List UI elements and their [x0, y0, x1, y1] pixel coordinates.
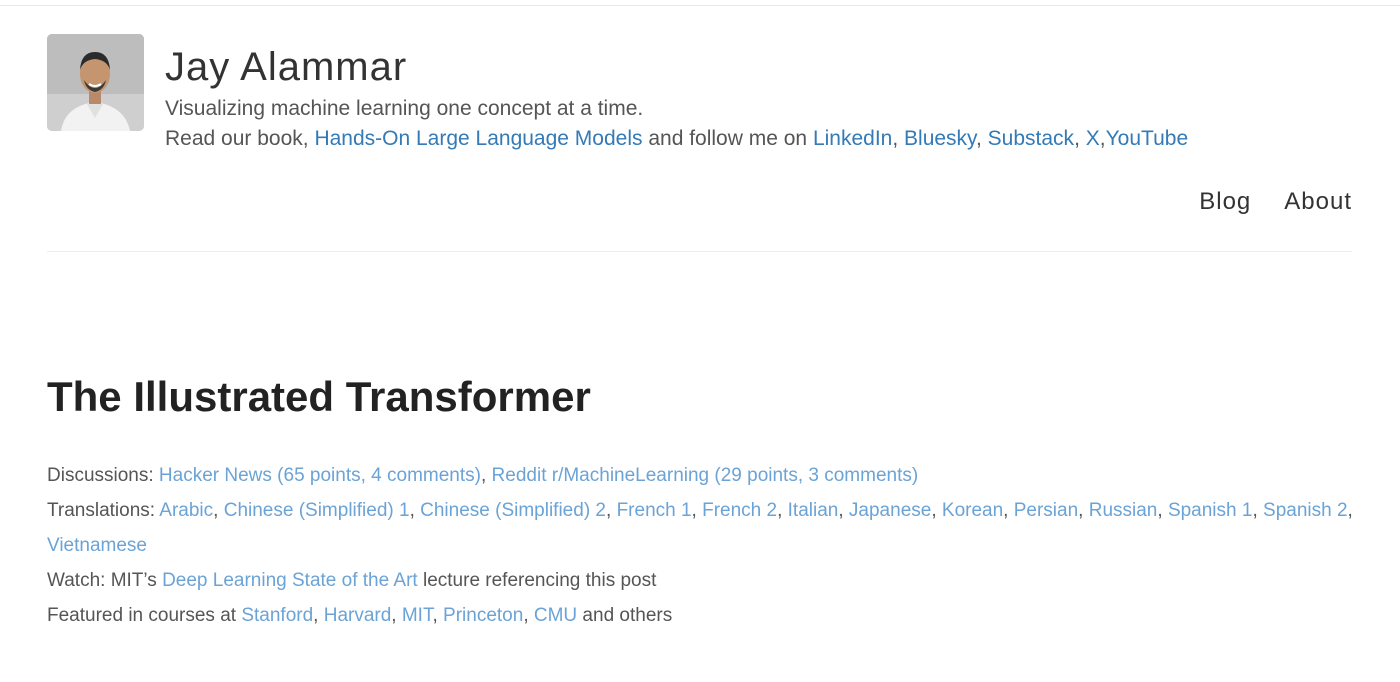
watch-prefix: Watch: MIT’s — [47, 570, 163, 591]
avatar-photo-icon — [47, 34, 144, 131]
featured-line: Featured in courses at Stanford, Harvard… — [47, 605, 673, 626]
featured-suffix: and others — [577, 605, 673, 626]
watch-suffix: lecture referencing this post — [417, 570, 657, 591]
site-tagline: Visualizing machine learning one concept… — [165, 97, 644, 120]
follow-middle: and follow me on — [642, 127, 813, 150]
site-header: Jay Alammar Visualizing machine learning… — [47, 34, 1352, 252]
course-link-cmu[interactable]: CMU — [534, 605, 577, 626]
discussions-line: Discussions: Hacker News (65 points, 4 c… — [47, 465, 919, 486]
translation-link[interactable]: Spanish 1 — [1168, 500, 1253, 521]
site-title[interactable]: Jay Alammar — [165, 44, 407, 90]
translation-link[interactable]: Spanish 2 — [1263, 500, 1348, 521]
youtube-link[interactable]: YouTube — [1106, 127, 1189, 150]
translation-link[interactable]: Persian — [1014, 500, 1078, 521]
bluesky-link[interactable]: Bluesky — [904, 127, 976, 150]
post-title: The Illustrated Transformer — [47, 373, 591, 420]
lecture-link[interactable]: Deep Learning State of the Art — [162, 570, 418, 591]
translations-label: Translations: — [47, 500, 160, 521]
author-avatar[interactable] — [47, 34, 144, 131]
translation-link[interactable]: Chinese (Simplified) 1 — [224, 500, 410, 521]
course-link-harvard[interactable]: Harvard — [324, 605, 392, 626]
nav-blog[interactable]: Blog — [1199, 188, 1251, 215]
discussion-link-hacker-news[interactable]: Hacker News (65 points, 4 comments) — [159, 465, 481, 486]
discussions-label: Discussions: — [47, 465, 159, 486]
follow-prefix: Read our book, — [165, 127, 315, 150]
post-meta: Discussions: Hacker News (65 points, 4 c… — [47, 458, 1357, 633]
translation-link[interactable]: Russian — [1089, 500, 1158, 521]
translation-link[interactable]: French 1 — [617, 500, 692, 521]
translation-link[interactable]: Korean — [942, 500, 1003, 521]
translation-link[interactable]: Japanese — [849, 500, 931, 521]
translation-link[interactable]: French 2 — [702, 500, 777, 521]
featured-prefix: Featured in courses at — [47, 605, 242, 626]
nav-about[interactable]: About — [1284, 188, 1352, 215]
translation-link[interactable]: Italian — [788, 500, 839, 521]
translation-link[interactable]: Vietnamese — [47, 535, 147, 556]
course-link-princeton[interactable]: Princeton — [443, 605, 523, 626]
discussion-link-reddit[interactable]: Reddit r/MachineLearning (29 points, 3 c… — [492, 465, 919, 486]
translation-link[interactable]: Arabic — [159, 500, 213, 521]
translations-line: Translations: Arabic, Chinese (Simplifie… — [47, 500, 1353, 556]
main-nav: Blog About — [1166, 188, 1352, 216]
course-link-stanford[interactable]: Stanford — [241, 605, 313, 626]
linkedin-link[interactable]: LinkedIn — [813, 127, 892, 150]
course-link-mit[interactable]: MIT — [402, 605, 433, 626]
follow-line: Read our book, Hands-On Large Language M… — [165, 127, 1189, 150]
book-link[interactable]: Hands-On Large Language Models — [314, 127, 642, 150]
x-link[interactable]: X — [1086, 127, 1100, 150]
translation-link[interactable]: Chinese (Simplified) 2 — [420, 500, 606, 521]
top-divider — [0, 5, 1400, 6]
watch-line: Watch: MIT’s Deep Learning State of the … — [47, 563, 1357, 598]
substack-link[interactable]: Substack — [988, 127, 1074, 150]
